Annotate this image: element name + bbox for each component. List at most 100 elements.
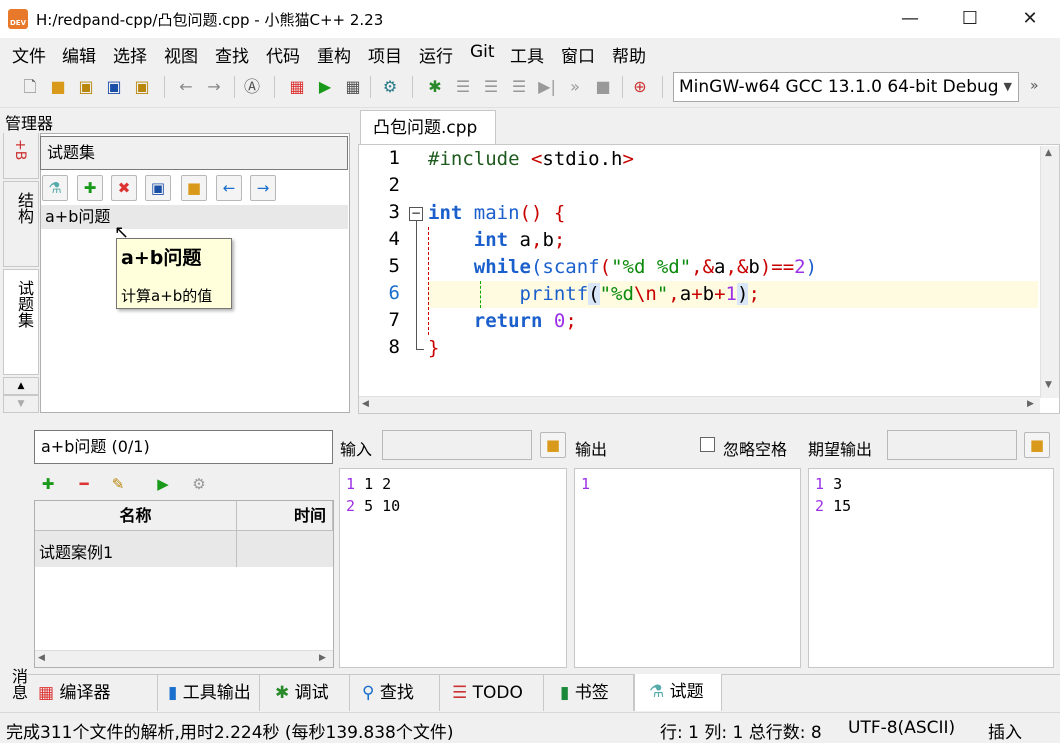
format-icon[interactable]: Ⓐ	[242, 77, 262, 97]
add-case-icon[interactable]: ✚	[35, 472, 61, 498]
add-watch-icon[interactable]: ⊕	[630, 77, 650, 97]
close-window-button[interactable]: ✕	[1006, 0, 1054, 38]
run-icon[interactable]: ▶	[315, 77, 335, 97]
scroll-left-icon[interactable]: ◀	[38, 653, 45, 663]
fast-forward-icon[interactable]: »	[565, 77, 585, 97]
step-out-icon[interactable]: ☰	[509, 77, 529, 97]
menu-refactor[interactable]: 重构	[317, 42, 351, 67]
add-problem-icon[interactable]: ✚	[77, 175, 103, 201]
scroll-right-icon[interactable]: ▶	[319, 653, 326, 663]
ignore-spaces-label: 忽略空格	[723, 440, 788, 459]
open-problemset-icon[interactable]: ■	[181, 175, 207, 201]
input-label: 输入	[340, 440, 373, 459]
fold-toggle-icon[interactable]: −	[409, 207, 423, 221]
more-icon[interactable]: »	[1030, 78, 1039, 94]
undo-icon[interactable]: ←	[176, 77, 196, 97]
arrow-right-icon[interactable]: →	[250, 175, 276, 201]
expected-file-field[interactable]	[887, 430, 1017, 460]
compile-run-icon[interactable]: ▦	[343, 77, 363, 97]
code-content[interactable]: #include <stdio.h> int main() { int a,b;…	[428, 146, 1040, 396]
scroll-up-icon[interactable]: ▲	[1045, 148, 1052, 158]
column-header-name[interactable]: 名称	[35, 501, 237, 531]
editor-vertical-scrollbar[interactable]: ▲ ▼	[1040, 146, 1059, 398]
menu-view[interactable]: 视图	[164, 42, 198, 67]
status-encoding: UTF-8(ASCII)	[848, 718, 956, 738]
tab-problemset[interactable]: 试题集	[3, 269, 39, 375]
rebuild-icon[interactable]: ⚙	[380, 77, 400, 97]
tab-structure[interactable]: 结构	[3, 181, 39, 267]
settings-icon[interactable]: ⚙	[186, 472, 212, 498]
expected-output-pane[interactable]: 1 3 2 15	[808, 468, 1054, 668]
tab-project[interactable]: +B	[3, 133, 39, 179]
code-line-5: while(scanf("%d %d",&a,&b)==2)	[473, 256, 818, 278]
manager-vertical-tabs: +B 结构 试题集 ▲ ▼	[3, 133, 39, 413]
bar-chart-icon: ▮	[168, 683, 178, 703]
tab-debug[interactable]: ✱ 调试	[260, 675, 350, 711]
case-table-hscroll[interactable]: ◀ ▶	[35, 650, 333, 667]
edit-case-icon[interactable]: ✎	[105, 472, 131, 498]
vtab-scroll-down[interactable]: ▼	[3, 395, 39, 413]
menu-file[interactable]: 文件	[12, 42, 46, 67]
stop-icon[interactable]: ■	[593, 77, 613, 97]
save-as-icon[interactable]: ▣	[104, 77, 124, 97]
menu-help[interactable]: 帮助	[612, 42, 646, 67]
flask-icon[interactable]: ⚗	[42, 175, 68, 201]
problemset-name-field[interactable]: 试题集	[40, 136, 348, 170]
input-file-field[interactable]	[382, 430, 532, 460]
remove-case-icon[interactable]: ━	[71, 472, 97, 498]
menu-git[interactable]: Git	[470, 42, 495, 62]
line-number: 8	[388, 336, 400, 358]
line-number: 1	[388, 147, 400, 169]
step-into-icon[interactable]: ☰	[481, 77, 501, 97]
editor-horizontal-scrollbar[interactable]: ◀ ▶	[359, 396, 1040, 413]
tab-compiler[interactable]: ▦ 编译器	[28, 675, 158, 711]
tab-bookmarks[interactable]: ▮ 书签	[544, 675, 634, 711]
menu-search[interactable]: 查找	[215, 42, 249, 67]
compiler-icon: ▦	[38, 683, 55, 703]
open-expected-icon[interactable]: ■	[1024, 432, 1050, 458]
menu-select[interactable]: 选择	[113, 42, 147, 67]
tab-find[interactable]: ⚲ 查找	[350, 675, 440, 711]
editor-tab[interactable]: 凸包问题.cpp ✕	[360, 110, 496, 171]
test-case-title-field[interactable]: a+b问题 (0/1)	[34, 430, 333, 464]
open-icon[interactable]: ■	[48, 77, 68, 97]
save-problemset-icon[interactable]: ▣	[145, 175, 171, 201]
open-input-icon[interactable]: ■	[540, 432, 566, 458]
tab-tool-output[interactable]: ▮ 工具输出	[158, 675, 260, 711]
input-pane[interactable]: 1 1 2 2 5 10	[339, 468, 567, 668]
menu-edit[interactable]: 编辑	[62, 42, 96, 67]
vtab-scroll-up[interactable]: ▲	[3, 377, 39, 395]
redo-icon[interactable]: →	[204, 77, 224, 97]
minimize-button[interactable]: —	[886, 0, 934, 38]
continue-icon[interactable]: ▶|	[537, 77, 557, 97]
remove-problem-icon[interactable]: ✖	[111, 175, 137, 201]
new-file-icon[interactable]: 🗋	[20, 77, 40, 97]
run-case-icon[interactable]: ▶	[150, 472, 176, 498]
ignore-spaces-checkbox[interactable]	[700, 437, 715, 452]
step-over-icon[interactable]: ☰	[453, 77, 473, 97]
table-row[interactable]: 试题案例1	[35, 531, 333, 567]
menu-run[interactable]: 运行	[419, 42, 453, 67]
menu-code[interactable]: 代码	[266, 42, 300, 67]
case-name: 试题案例1	[39, 543, 114, 562]
output-pane[interactable]: 1	[574, 468, 801, 668]
column-header-time[interactable]: 时间	[237, 501, 333, 531]
expected-line-text: 3	[833, 475, 843, 493]
compiler-select[interactable]: MinGW-w64 GCC 13.1.0 64-bit Debug ▼	[673, 72, 1019, 102]
scroll-right-icon[interactable]: ▶	[1027, 399, 1034, 409]
tab-problem[interactable]: ⚗ 试题	[634, 674, 722, 711]
problem-list-item[interactable]: a+b问题	[41, 205, 348, 229]
arrow-left-icon[interactable]: ←	[216, 175, 242, 201]
compile-icon[interactable]: ▦	[287, 77, 307, 97]
maximize-button[interactable]: ☐	[946, 0, 994, 38]
debug-icon[interactable]: ✱	[425, 77, 445, 97]
menu-project[interactable]: 项目	[368, 42, 402, 67]
save-icon[interactable]: ▣	[76, 77, 96, 97]
scroll-left-icon[interactable]: ◀	[362, 399, 369, 409]
tab-todo[interactable]: ☰ TODO	[440, 675, 544, 711]
status-mode: 插入	[988, 723, 1022, 743]
menu-window[interactable]: 窗口	[561, 42, 595, 67]
scroll-down-icon[interactable]: ▼	[1045, 380, 1052, 390]
menu-tools[interactable]: 工具	[510, 42, 544, 67]
save-all-icon[interactable]: ▣	[132, 77, 152, 97]
